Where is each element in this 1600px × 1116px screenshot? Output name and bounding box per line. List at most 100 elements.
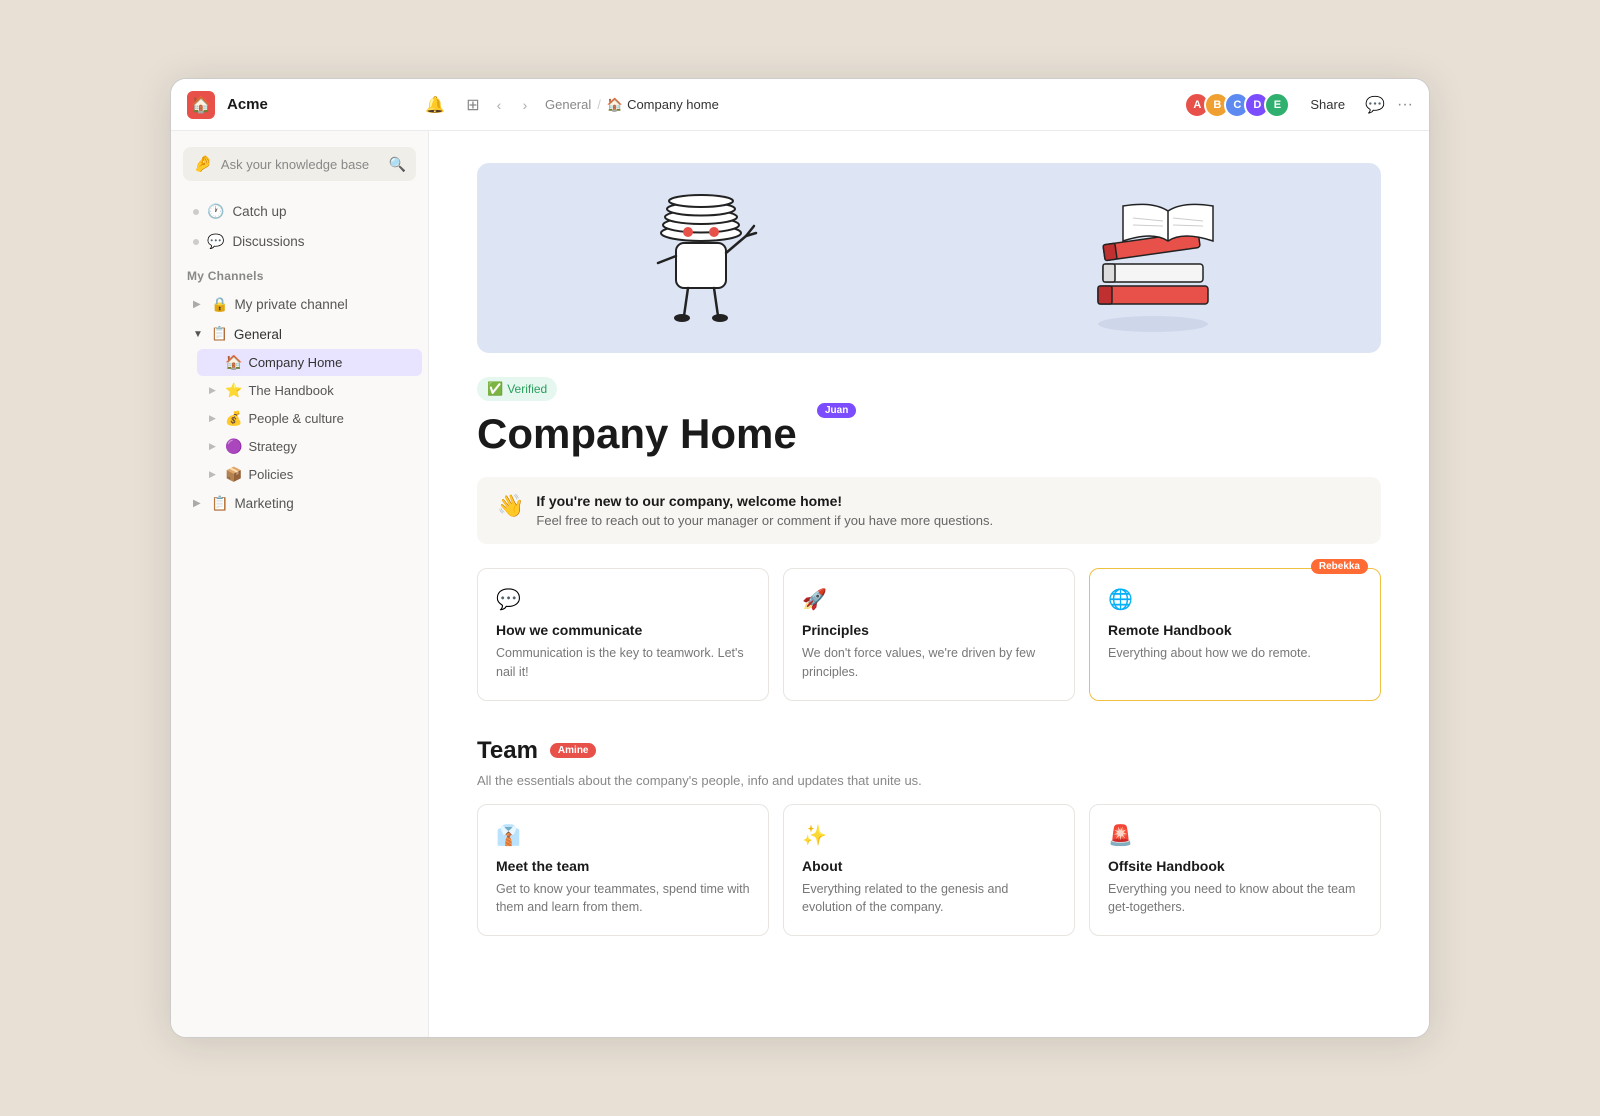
top-cards-grid: 💬 How we communicate Communication is th… [477,568,1381,701]
breadcrumb-current: 🏠 Company home [607,97,719,113]
sidebar-item-handbook[interactable]: ▶ ⭐ The Handbook [197,377,422,404]
search-bar[interactable]: 🤌 Ask your knowledge base 🔍 [183,147,416,181]
topbar: 🏠 Acme 🔔 ⊞ ‹ › General / 🏠 Company home [171,79,1429,131]
sidebar-item-people-culture[interactable]: ▶ 💰 People & culture [197,405,422,432]
welcome-title: If you're new to our company, welcome ho… [536,493,993,509]
amine-cursor: Amine [550,743,597,758]
comment-icon[interactable]: 💬 [1365,91,1385,119]
app-name: Acme [227,96,268,113]
team-title: Team [477,737,538,765]
communicate-icon: 💬 [496,587,750,612]
sidebar-item-marketing[interactable]: ▶ 📋 Marketing [177,489,422,518]
back-arrow[interactable]: ‹ [487,93,511,117]
principles-desc: We don't force values, we're driven by f… [802,644,1056,682]
meet-team-title: Meet the team [496,858,750,874]
verified-badge: ✅ Verified [477,377,557,401]
card-offsite-handbook[interactable]: 🚨 Offsite Handbook Everything you need t… [1089,804,1381,937]
nav-arrows: ‹ › [487,93,537,117]
forward-arrow[interactable]: › [513,93,537,117]
strategy-label: Strategy [248,439,296,454]
breadcrumb-separator: / [597,97,601,112]
welcome-box: 👋 If you're new to our company, welcome … [477,477,1381,544]
chevron-right-icon: ▶ [193,299,205,310]
chevron-down-icon: ▼ [193,329,205,340]
welcome-text-block: If you're new to our company, welcome ho… [536,493,993,528]
sidebar-item-private-channel[interactable]: ▶ 🔒 My private channel [177,290,422,319]
handbook-label: The Handbook [248,383,333,398]
page-title: Company Home [477,411,797,457]
general-icon: 📋 [211,326,228,342]
sidebar: 🤌 Ask your knowledge base 🔍 🕐 Catch up 💬… [171,131,429,1037]
policies-label: Policies [248,467,293,482]
welcome-body: Feel free to reach out to your manager o… [536,513,993,528]
about-icon: ✨ [802,823,1056,848]
card-principles[interactable]: 🚀 Principles We don't force values, we'r… [783,568,1075,701]
topbar-right: A B C D E Share 💬 ··· [1193,91,1413,119]
communicate-title: How we communicate [496,622,750,638]
search-icon: 🔍 [389,156,406,173]
general-section: ▼ 📋 General 🏠 Company Home ▶ ⭐ The Handb… [171,320,428,488]
wave-icon: 👋 [497,493,524,519]
team-icon: 👔 [496,823,750,848]
avatar-stack: A B C D E [1184,92,1290,118]
card-remote-handbook[interactable]: Rebekka 🌐 Remote Handbook Everything abo… [1089,568,1381,701]
general-children: 🏠 Company Home ▶ ⭐ The Handbook ▶ 💰 Peop… [171,349,428,488]
chevron-right-icon-mkt: ▶ [193,498,205,509]
layout-icon[interactable]: ⊞ [459,91,487,119]
sidebar-item-discussions[interactable]: 💬 Discussions [177,227,422,256]
team-desc: All the essentials about the company's p… [477,773,1381,788]
topbar-left-icons: 🔔 ⊞ [421,91,487,119]
topbar-left: 🏠 Acme 🔔 ⊞ [187,91,487,119]
sidebar-item-catchup[interactable]: 🕐 Catch up [177,197,422,226]
about-desc: Everything related to the genesis and ev… [802,880,1056,918]
box-icon: 📦 [225,466,242,483]
rebekka-cursor: Rebekka [1311,559,1368,574]
clock-icon: 🕐 [207,203,224,220]
hero-figure-right [1083,176,1223,341]
more-icon[interactable]: ··· [1397,91,1413,119]
dot-indicator [193,209,199,215]
sidebar-item-company-home[interactable]: 🏠 Company Home [197,349,422,376]
chat-icon: 💬 [207,233,224,250]
marketing-icon: 📋 [211,495,228,512]
remote-desc: Everything about how we do remote. [1108,644,1362,663]
app-logo[interactable]: 🏠 [187,91,215,119]
topbar-center: ‹ › General / 🏠 Company home [487,93,1193,117]
notification-icon[interactable]: 🔔 [421,91,449,119]
main-layout: 🤌 Ask your knowledge base 🔍 🕐 Catch up 💬… [171,131,1429,1037]
card-meet-team[interactable]: 👔 Meet the team Get to know your teammat… [477,804,769,937]
offsite-title: Offsite Handbook [1108,858,1362,874]
remote-title: Remote Handbook [1108,622,1362,638]
offsite-desc: Everything you need to know about the te… [1108,880,1362,918]
catchup-label: Catch up [232,204,286,219]
card-about[interactable]: ✨ About Everything related to the genesi… [783,804,1075,937]
my-channels-title: My Channels [171,257,428,289]
juan-cursor: Juan [817,403,856,418]
offsite-icon: 🚨 [1108,823,1362,848]
money-icon: 💰 [225,410,242,427]
dot-indicator-2 [193,239,199,245]
verified-label: Verified [507,382,547,396]
c-arrow-2: ▶ [209,385,219,396]
c-arrow-3: ▶ [209,413,219,424]
c-arrow-5: ▶ [209,469,219,480]
communicate-desc: Communication is the key to teamwork. Le… [496,644,750,682]
check-icon: ✅ [487,381,503,397]
share-button[interactable]: Share [1302,93,1353,116]
discussions-label: Discussions [232,234,304,249]
page-title-row: Company Home Juan [477,411,1381,457]
people-culture-label: People & culture [248,411,343,426]
card-how-communicate[interactable]: 💬 How we communicate Communication is th… [477,568,769,701]
principles-title: Principles [802,622,1056,638]
sidebar-item-general[interactable]: ▼ 📋 General [177,320,422,348]
sidebar-item-policies[interactable]: ▶ 📦 Policies [197,461,422,488]
breadcrumb-parent[interactable]: General [545,97,591,112]
sidebar-item-strategy[interactable]: ▶ 🟣 Strategy [197,433,422,460]
company-home-label: Company Home [248,355,342,370]
breadcrumb-icon: 🏠 [607,97,623,113]
general-label: General [234,327,282,342]
house-icon: 🏠 [225,354,242,371]
hero-banner [477,163,1381,353]
about-title: About [802,858,1056,874]
principles-icon: 🚀 [802,587,1056,612]
